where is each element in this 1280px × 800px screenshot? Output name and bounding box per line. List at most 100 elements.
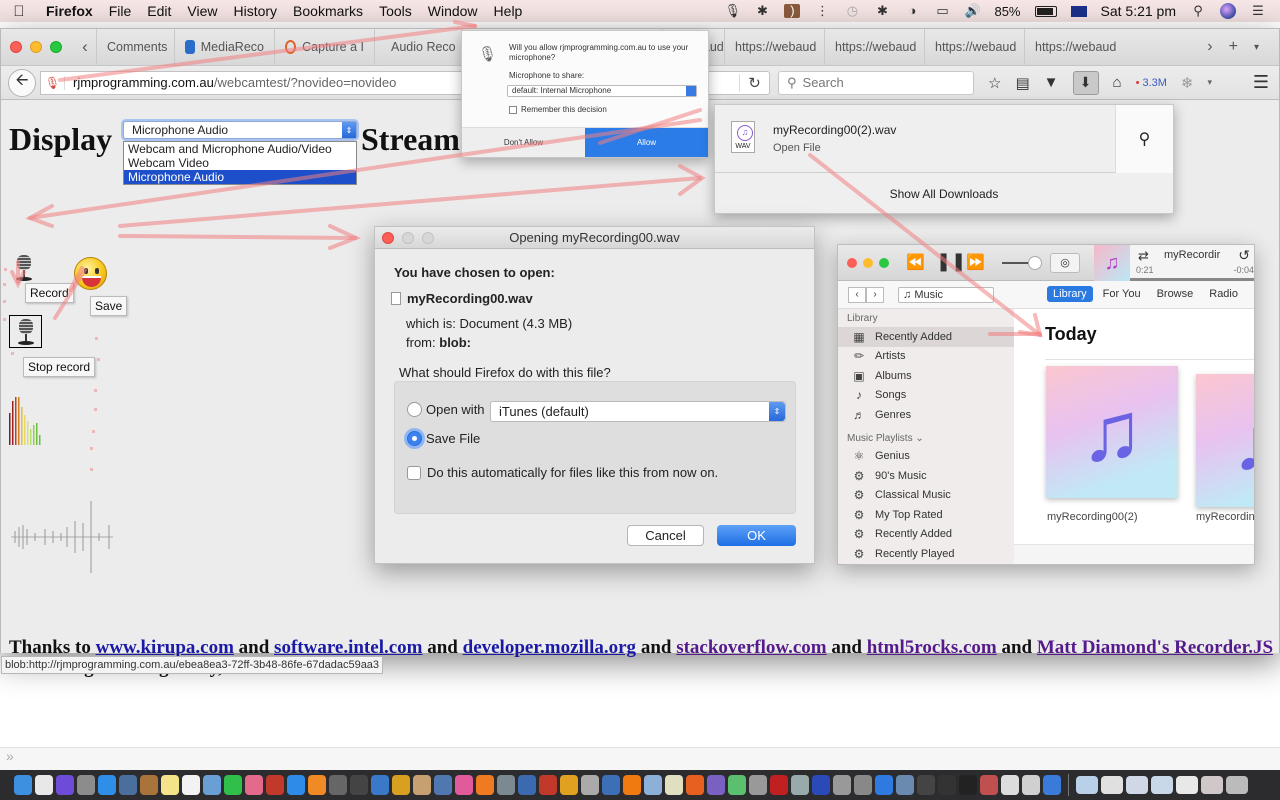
- dock-app-icon[interactable]: [644, 775, 662, 795]
- itunes-zoom-button[interactable]: [879, 258, 889, 268]
- dock-minimized-window[interactable]: [1076, 776, 1098, 794]
- link-mozilla[interactable]: developer.mozilla.org: [463, 637, 636, 658]
- input-source-flag-icon[interactable]: [1070, 5, 1087, 17]
- dock-app-icon[interactable]: [896, 775, 914, 795]
- save-file-radio[interactable]: Save File: [407, 431, 480, 446]
- extension-dropdown-icon[interactable]: ▾: [1208, 77, 1213, 88]
- playlist-recently-added[interactable]: ⚙ Recently Added: [838, 525, 1014, 545]
- open-with-radio[interactable]: Open with: [407, 402, 485, 417]
- dock-app-icon[interactable]: [770, 775, 788, 795]
- shuffle-icon[interactable]: ⇄: [1138, 248, 1149, 264]
- album-title[interactable]: myRecording00(2): [1047, 511, 1137, 523]
- menu-app-name[interactable]: Firefox: [38, 3, 101, 19]
- allow-button[interactable]: Allow: [585, 128, 708, 157]
- dock-app-icon[interactable]: [980, 775, 998, 795]
- reading-list-icon[interactable]: ▤: [1015, 74, 1029, 92]
- playlist-my-top-rated[interactable]: ⚙ My Top Rated: [838, 505, 1014, 525]
- dock-app-icon[interactable]: [728, 775, 746, 795]
- dock-app-icon[interactable]: [14, 775, 32, 795]
- dock-app-icon[interactable]: [833, 775, 851, 795]
- tab-mediareco[interactable]: MediaReco: [174, 28, 274, 66]
- fast-forward-icon[interactable]: ⏩: [966, 253, 985, 271]
- tab-comments[interactable]: Comments: [96, 28, 174, 66]
- download-item[interactable]: WAV myRecording00(2).wav Open File: [715, 105, 1115, 173]
- itunes-forward-icon[interactable]: ›: [866, 287, 884, 303]
- microphone-device-select[interactable]: default: Internal Microphone: [507, 85, 697, 97]
- album-artwork[interactable]: ♫: [1196, 374, 1254, 507]
- media-kind-select[interactable]: ♫ Music: [898, 287, 994, 303]
- dock-app-icon[interactable]: [308, 775, 326, 795]
- rewind-icon[interactable]: ⏪: [906, 253, 925, 271]
- dock-app-icon[interactable]: [35, 775, 53, 795]
- itunes-minimize-button[interactable]: [863, 258, 873, 268]
- dock-app-icon[interactable]: [350, 775, 368, 795]
- dock-app-icon[interactable]: [1043, 775, 1061, 795]
- ok-button[interactable]: OK: [717, 525, 796, 546]
- extension-icon[interactable]: ❄: [1181, 74, 1194, 92]
- sidebar-item-artists[interactable]: ✏ Artists: [838, 347, 1014, 367]
- dock-app-icon[interactable]: [875, 775, 893, 795]
- dock-app-icon[interactable]: [518, 775, 536, 795]
- playlist-genius[interactable]: ⚛ Genius: [838, 447, 1014, 467]
- scroll-tabs-left-icon[interactable]: ‹: [74, 37, 96, 57]
- playlist-classical-music[interactable]: ⚙ Classical Music: [838, 486, 1014, 506]
- link-html5rocks[interactable]: html5rocks.com: [867, 637, 997, 658]
- audio-tray-icon[interactable]: ): [784, 4, 801, 18]
- sidebar-item-genres[interactable]: ♬ Genres: [838, 405, 1014, 425]
- download-open-file[interactable]: Open File: [773, 142, 821, 154]
- app-tray-icon[interactable]: ✱: [754, 4, 770, 18]
- dock-app-icon[interactable]: [1001, 775, 1019, 795]
- tab-browse[interactable]: Browse: [1151, 286, 1200, 302]
- pocket-icon[interactable]: ▼: [1044, 74, 1059, 91]
- dock-app-icon[interactable]: [476, 775, 494, 795]
- dock-app-icon[interactable]: [959, 775, 977, 795]
- bluetooth-icon[interactable]: ✱: [874, 4, 890, 18]
- dock-app-icon[interactable]: [329, 775, 347, 795]
- dock-app-icon[interactable]: [392, 775, 410, 795]
- stop-record-button[interactable]: [9, 315, 42, 348]
- now-playing-artwork[interactable]: ♫: [1094, 245, 1130, 281]
- menu-tools[interactable]: Tools: [371, 3, 420, 19]
- volume-icon[interactable]: 🔊: [964, 4, 980, 18]
- time-machine-icon[interactable]: ◷: [844, 4, 860, 18]
- menu-file[interactable]: File: [101, 3, 140, 19]
- double-chevron-icon[interactable]: »: [6, 748, 14, 764]
- trash-icon[interactable]: [1226, 776, 1248, 794]
- repeat-icon[interactable]: ↺: [1238, 247, 1250, 264]
- hamburger-menu-icon[interactable]: ☰: [1253, 72, 1269, 93]
- dock-app-icon[interactable]: [1022, 775, 1040, 795]
- dock-app-icon[interactable]: [623, 775, 641, 795]
- dock-app-icon[interactable]: [182, 775, 200, 795]
- checkbox-box[interactable]: [407, 465, 421, 480]
- downloads-button[interactable]: ⬇: [1072, 70, 1099, 95]
- sidebar-item-recently-added[interactable]: ▦ Recently Added: [838, 327, 1014, 347]
- menu-history[interactable]: History: [225, 3, 285, 19]
- dock-app-icon[interactable]: [203, 775, 221, 795]
- menubar-clock[interactable]: Sat 5:21 pm: [1101, 3, 1177, 19]
- battery-percent[interactable]: 85%: [994, 4, 1020, 19]
- dock-app-icon[interactable]: [938, 775, 956, 795]
- link-kirupa[interactable]: www.kirupa.com: [96, 637, 234, 658]
- minimize-window-button[interactable]: [30, 41, 42, 53]
- dock-app-icon[interactable]: [245, 775, 263, 795]
- menu-edit[interactable]: Edit: [139, 3, 179, 19]
- airplay-button[interactable]: ◎: [1050, 253, 1080, 273]
- dock-app-icon[interactable]: [749, 775, 767, 795]
- close-window-button[interactable]: [10, 41, 22, 53]
- dialog-close-button[interactable]: [382, 232, 394, 244]
- dock-app-icon[interactable]: [602, 775, 620, 795]
- dock-app-icon[interactable]: [287, 775, 305, 795]
- link-recorderjs[interactable]: Matt Diamond's Recorder.JS: [1037, 637, 1273, 658]
- apple-menu-icon[interactable]: : [0, 3, 38, 20]
- memory-indicator[interactable]: • 3.3M: [1136, 77, 1167, 89]
- dock-app-icon[interactable]: [812, 775, 830, 795]
- dock-app-icon[interactable]: [854, 775, 872, 795]
- cancel-button[interactable]: Cancel: [627, 525, 704, 546]
- dock-app-icon[interactable]: [707, 775, 725, 795]
- dock-minimized-window[interactable]: [1176, 776, 1198, 794]
- dock-minimized-window[interactable]: [1151, 776, 1173, 794]
- dock-app-icon[interactable]: [266, 775, 284, 795]
- playlist-recently-played[interactable]: ⚙ Recently Played: [838, 544, 1014, 564]
- tab-capture[interactable]: Capture a I: [274, 28, 374, 66]
- dock-app-icon[interactable]: [791, 775, 809, 795]
